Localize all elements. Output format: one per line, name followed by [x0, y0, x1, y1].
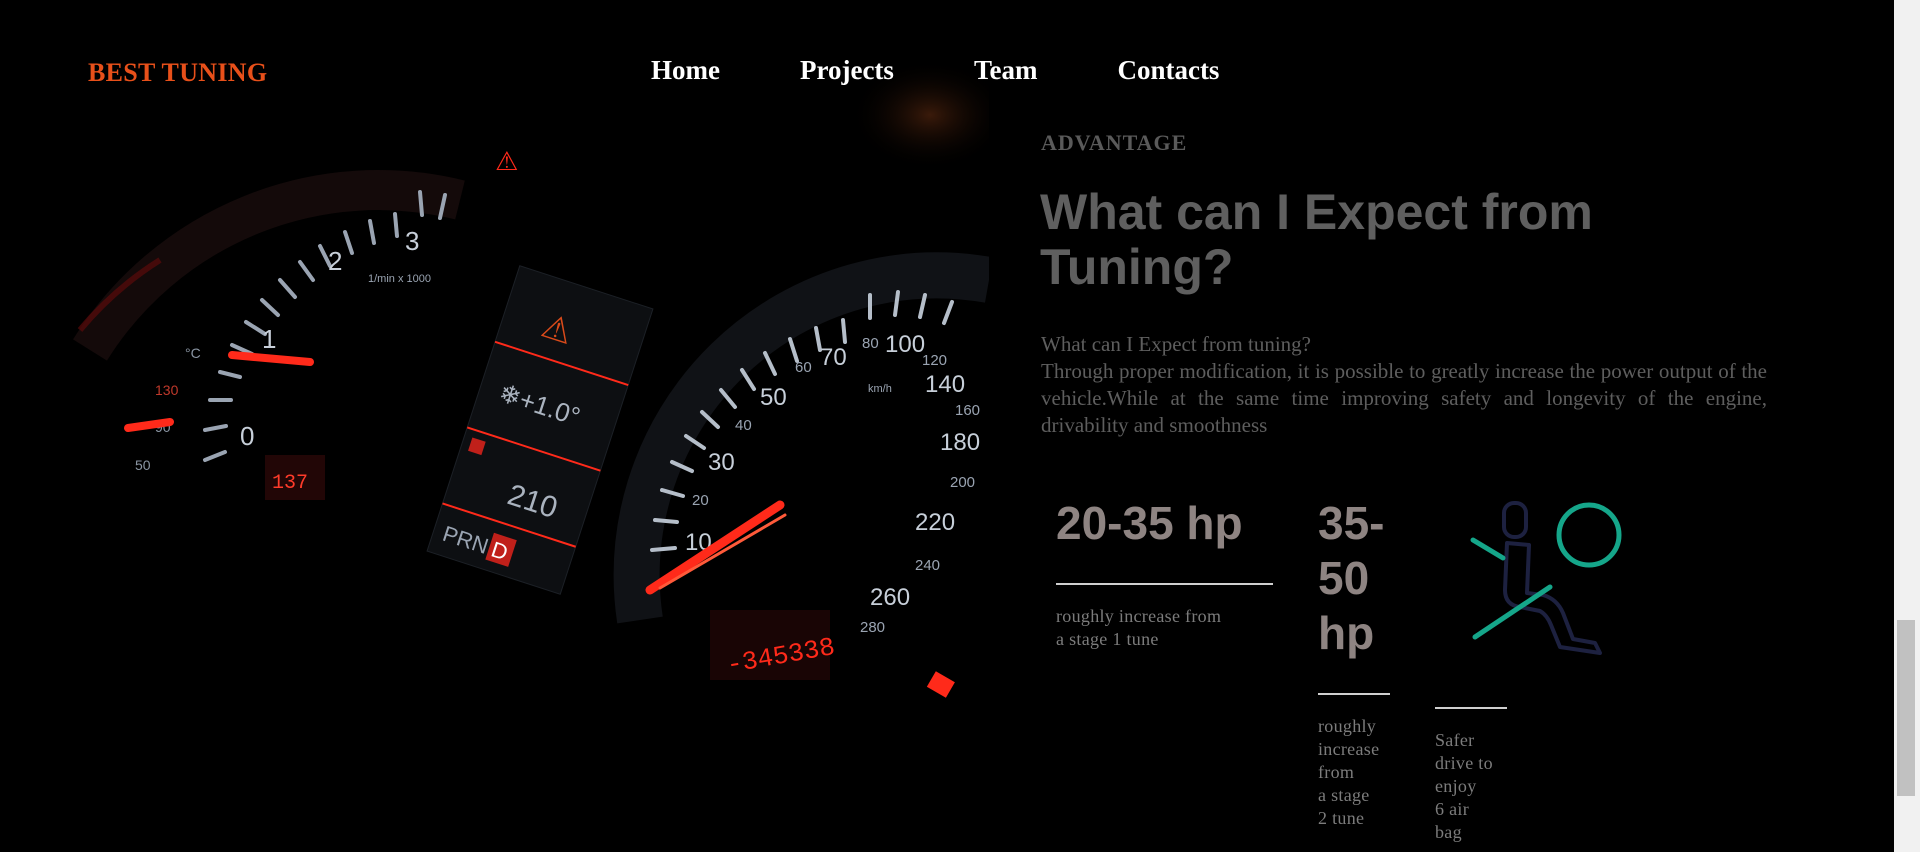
stat-desc-line: increase [1318, 739, 1380, 759]
svg-text:80: 80 [862, 335, 879, 352]
nav-item-contacts[interactable]: Contacts [1117, 55, 1219, 86]
svg-text:40: 40 [735, 417, 752, 434]
section-headline: What can I Expect from Tuning? [1040, 184, 1593, 295]
car-dashboard-image: 0 1 2 3 1/min x 1000 °C 130 90 50 137 ⚠ [0, 0, 989, 852]
svg-text:50: 50 [760, 384, 787, 411]
svg-text:130: 130 [155, 382, 179, 398]
intro-title: What can I Expect from tuning? [1041, 332, 1311, 356]
stat-value-stage2: 35- 50 hp [1318, 496, 1384, 661]
svg-text:3: 3 [405, 226, 419, 256]
stat-desc-stage1: roughly increase from a stage 1 tune [1056, 605, 1221, 651]
svg-text:km/h: km/h [868, 383, 892, 395]
stat-value-line: hp [1318, 607, 1375, 659]
svg-text:60: 60 [795, 359, 812, 376]
svg-text:180: 180 [940, 429, 980, 456]
stat-value-stage1: 20-35 hp [1056, 497, 1243, 549]
stat-desc-line: roughly [1318, 716, 1377, 736]
main-nav: Home Projects Team Contacts [651, 55, 1219, 86]
stat-value-line: 50 [1318, 552, 1370, 604]
svg-text:120: 120 [922, 352, 947, 369]
stat-desc-line: from [1318, 762, 1355, 782]
stat-desc-line: bag [1435, 822, 1462, 842]
svg-text:160: 160 [955, 402, 980, 419]
stat-desc-line: Safer [1435, 730, 1475, 750]
section-eyebrow: ADVANTAGE [1041, 130, 1188, 155]
stat-desc-stage2: roughly increase from a stage 2 tune [1318, 715, 1379, 830]
nav-item-projects[interactable]: Projects [800, 55, 894, 86]
stat-desc-line: enjoy [1435, 776, 1477, 796]
stat-divider [1435, 707, 1507, 709]
svg-text:50: 50 [135, 457, 151, 473]
nav-item-home[interactable]: Home [651, 55, 720, 86]
svg-text:⚠: ⚠ [495, 147, 518, 177]
stat-desc-line: a stage 1 tune [1056, 629, 1159, 649]
stat-desc-line: a stage [1318, 785, 1370, 805]
page-scrollbar[interactable] [1894, 0, 1920, 852]
scrollbar-thumb[interactable] [1897, 620, 1915, 796]
stat-value-line: 35- [1318, 497, 1385, 549]
stat-desc-line: drive to [1435, 753, 1493, 773]
svg-text:220: 220 [915, 509, 955, 536]
svg-text:100: 100 [885, 331, 925, 358]
airbag-seat-icon [1470, 501, 1622, 655]
section-intro: What can I Expect from tuning? Through p… [1041, 331, 1767, 439]
stat-desc-line: 2 tune [1318, 808, 1365, 828]
svg-text:0: 0 [240, 421, 254, 451]
brand-logo[interactable]: BEST TUNING [88, 58, 267, 88]
stat-divider [1056, 583, 1273, 585]
stat-desc-line: 6 air [1435, 799, 1469, 819]
svg-text:1: 1 [262, 324, 276, 354]
svg-text:30: 30 [708, 449, 735, 476]
svg-text:240: 240 [915, 557, 940, 574]
svg-text:260: 260 [870, 584, 910, 611]
svg-text:°C: °C [185, 345, 201, 361]
svg-text:20: 20 [692, 492, 709, 509]
intro-body: Through proper modification, it is possi… [1041, 359, 1767, 437]
svg-text:280: 280 [860, 619, 885, 636]
svg-text:1/min x 1000: 1/min x 1000 [368, 273, 431, 285]
nav-item-team[interactable]: Team [974, 55, 1038, 86]
stat-divider [1318, 693, 1390, 695]
svg-text:137: 137 [272, 472, 308, 495]
svg-text:140: 140 [925, 371, 965, 398]
svg-text:2: 2 [328, 246, 342, 276]
svg-text:70: 70 [820, 344, 847, 371]
svg-text:200: 200 [950, 474, 975, 491]
page: 0 1 2 3 1/min x 1000 °C 130 90 50 137 ⚠ [0, 0, 1894, 852]
stat-desc-airbag: Safer drive to enjoy 6 air bag [1435, 729, 1493, 844]
stat-desc-line: roughly increase from [1056, 606, 1222, 626]
